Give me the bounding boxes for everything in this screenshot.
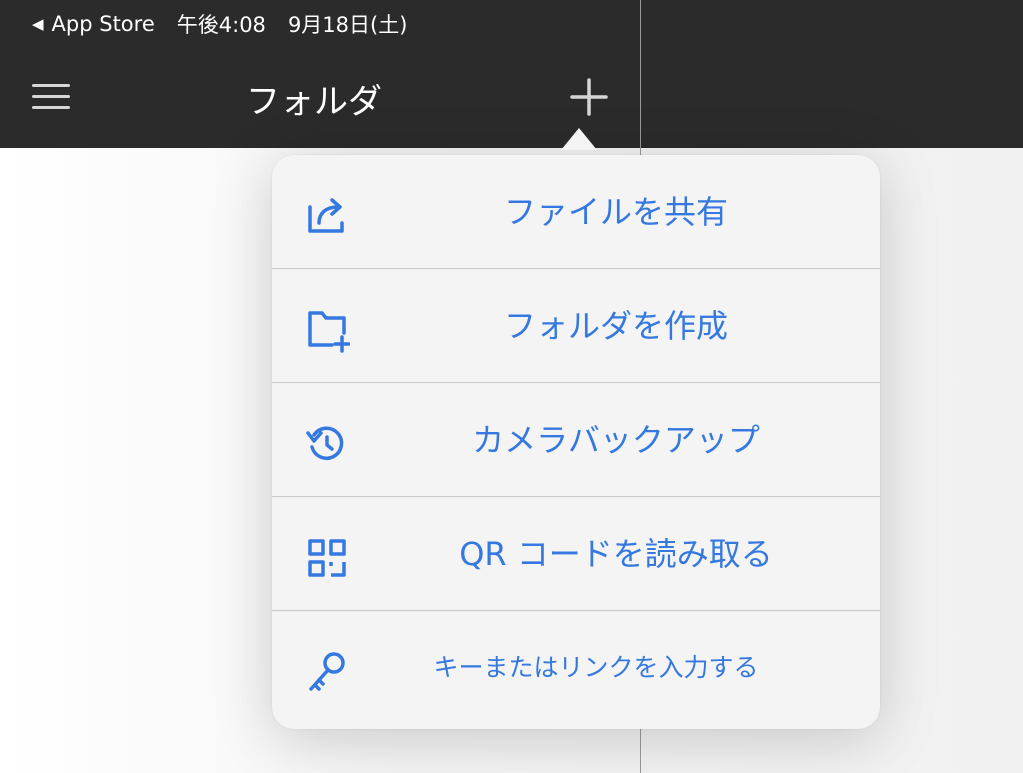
back-arrow-icon[interactable]: ◀: [32, 15, 44, 33]
menu-item-enter-key-or-link[interactable]: キーまたはリンクを入力する: [272, 611, 880, 726]
popover-arrow: [561, 128, 597, 150]
status-bar: ◀ App Store 午後4:08 9月18日(土): [32, 10, 407, 38]
back-to-app-link[interactable]: App Store: [52, 12, 155, 36]
plus-icon[interactable]: [566, 74, 612, 120]
add-menu-popover: ファイルを共有 フォルダを作成 カメラバックアップ QR コードを読み取る キー…: [272, 155, 880, 729]
page-title: フォルダ: [246, 82, 382, 122]
menu-item-create-folder[interactable]: フォルダを作成: [272, 269, 880, 383]
menu-item-label: フォルダを作成: [503, 307, 728, 345]
menu-item-share-file[interactable]: ファイルを共有: [272, 155, 880, 269]
status-time: 午後4:08: [176, 13, 266, 37]
status-date: 9月18日(土): [287, 13, 408, 37]
navigation-bar: ◀ App Store 午後4:08 9月18日(土) フォルダ: [0, 0, 1023, 148]
qr-code-icon: [304, 535, 350, 581]
menu-item-label: QR コードを読み取る: [459, 535, 773, 573]
folder-add-icon: [304, 307, 351, 353]
menu-item-label: キーまたはリンクを入力する: [433, 653, 759, 682]
backup-icon: [304, 421, 350, 467]
menu-item-label: カメラバックアップ: [472, 421, 760, 459]
menu-item-camera-backup[interactable]: カメラバックアップ: [272, 383, 880, 497]
menu-item-scan-qr[interactable]: QR コードを読み取る: [272, 497, 880, 611]
share-icon: [304, 193, 350, 239]
menu-item-label: ファイルを共有: [503, 193, 728, 231]
hamburger-icon[interactable]: [32, 82, 70, 110]
